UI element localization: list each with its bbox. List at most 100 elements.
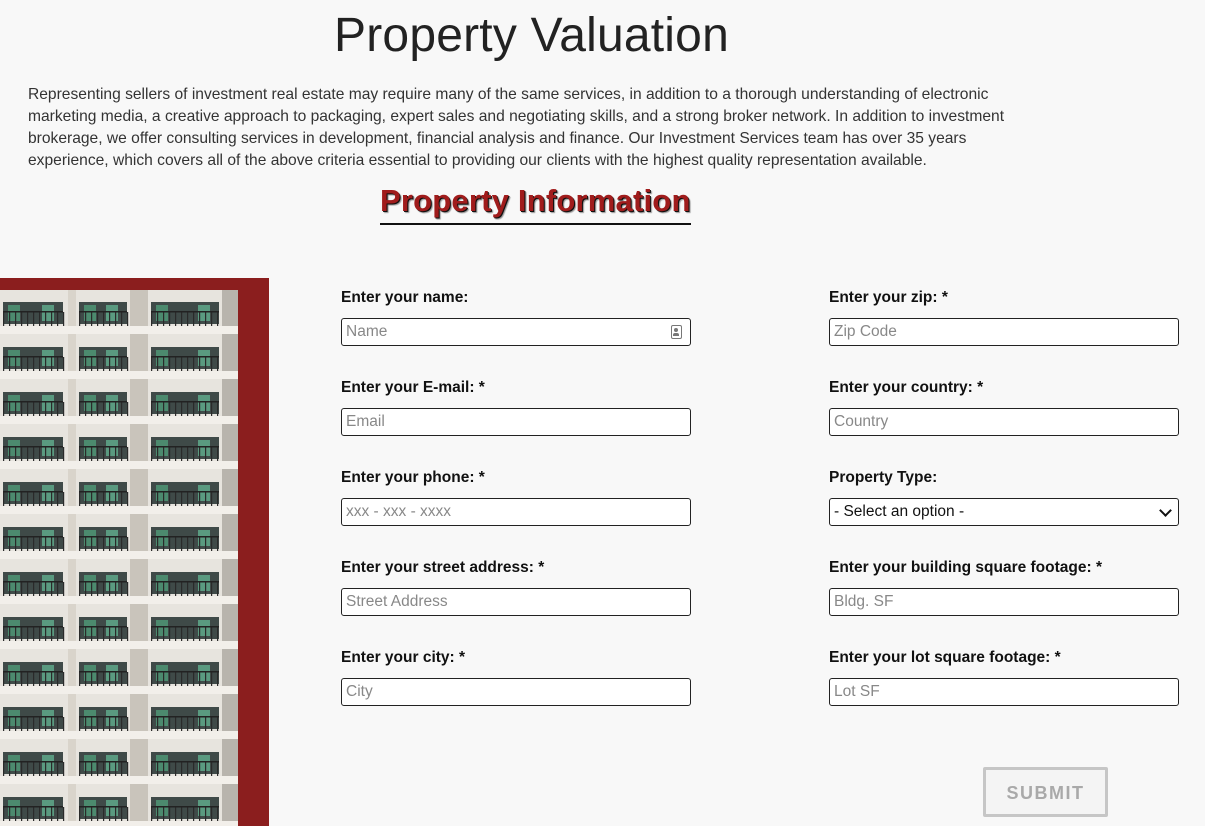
railing-bar [187, 357, 189, 371]
phone-label: Enter your phone: * [341, 469, 485, 486]
railing-bar [51, 717, 53, 731]
railing-bar [205, 402, 207, 416]
railing-bar [181, 762, 183, 776]
railing-bar [63, 357, 65, 371]
bldg-sf-input-box[interactable] [829, 588, 1179, 616]
railing-bar [91, 627, 93, 641]
railing-bar [45, 807, 47, 821]
railing-top [79, 356, 127, 358]
railing-bar [85, 357, 87, 371]
railing-bar [187, 672, 189, 686]
railing-top [151, 716, 219, 718]
floor-slab [0, 551, 238, 559]
railing-bar [199, 762, 201, 776]
railing-top [3, 626, 63, 628]
railing-bar [97, 492, 99, 506]
railing-bar [187, 627, 189, 641]
street-field-group: Enter your street address: * [341, 558, 691, 616]
railing-bar [85, 312, 87, 326]
railing-bar [9, 672, 11, 686]
railing-bar [115, 402, 117, 416]
railing-bar [45, 492, 47, 506]
railing-top [151, 761, 219, 763]
railing-bar [109, 672, 111, 686]
railing-bar [79, 447, 81, 461]
railing-bar [45, 447, 47, 461]
railing-bar [169, 627, 171, 641]
railing-top [3, 806, 63, 808]
city-input[interactable] [342, 679, 690, 705]
lot-sf-input-box[interactable] [829, 678, 1179, 706]
railing-bar [85, 717, 87, 731]
railing-bar [127, 402, 129, 416]
railing-bar [27, 717, 29, 731]
railing-bar [21, 312, 23, 326]
railing-bar [163, 672, 165, 686]
name-input-box[interactable] [341, 318, 691, 346]
floor-slab [0, 416, 238, 424]
railing-bar [97, 402, 99, 416]
railing-bar [63, 447, 65, 461]
railing-bar [169, 582, 171, 596]
railing-bar [115, 537, 117, 551]
railing-bar [193, 717, 195, 731]
railing-bar [79, 807, 81, 821]
railing-bar [27, 312, 29, 326]
railing-bar [85, 447, 87, 461]
railing-bar [187, 537, 189, 551]
railing-bar [9, 447, 11, 461]
email-input-box[interactable] [341, 408, 691, 436]
railing-bar [91, 312, 93, 326]
contact-card-icon[interactable] [671, 325, 682, 339]
railing-top [79, 806, 127, 808]
railing-bar [121, 492, 123, 506]
railing-bar [175, 807, 177, 821]
railing-bar [109, 537, 111, 551]
railing-bar [169, 492, 171, 506]
railing-bar [115, 672, 117, 686]
property-type-select[interactable]: - Select an option - [829, 498, 1179, 526]
railing-bar [45, 717, 47, 731]
railing-bar [121, 807, 123, 821]
railing-bar [187, 762, 189, 776]
phone-input[interactable] [342, 499, 690, 525]
zip-input[interactable] [830, 319, 1178, 345]
railing-bar [217, 447, 219, 461]
railing-bar [91, 717, 93, 731]
railing-bar [103, 537, 105, 551]
railing-bar [175, 447, 177, 461]
email-field-group: Enter your E-mail: * [341, 378, 691, 436]
submit-button[interactable]: SUBMIT [983, 767, 1108, 817]
street-input-box[interactable] [341, 588, 691, 616]
railing-bar [9, 537, 11, 551]
railing-bar [193, 402, 195, 416]
railing-bar [151, 312, 153, 326]
railing-bar [27, 402, 29, 416]
phone-input-box[interactable] [341, 498, 691, 526]
country-input-box[interactable] [829, 408, 1179, 436]
street-input[interactable] [342, 589, 690, 615]
railing-bar [45, 672, 47, 686]
railing-bar [163, 402, 165, 416]
railing-bar [175, 357, 177, 371]
email-input[interactable] [342, 409, 690, 435]
railing-bar [39, 717, 41, 731]
railing-bar [39, 807, 41, 821]
railing-bar [193, 312, 195, 326]
city-input-box[interactable] [341, 678, 691, 706]
zip-input-box[interactable] [829, 318, 1179, 346]
bldg-sf-input[interactable] [830, 589, 1178, 615]
railing-bar [109, 312, 111, 326]
railing-bar [193, 447, 195, 461]
railing-bar [121, 447, 123, 461]
country-input[interactable] [830, 409, 1178, 435]
railing-bar [3, 627, 5, 641]
railing-top [151, 491, 219, 493]
chevron-down-icon[interactable] [1159, 504, 1172, 517]
railing-bar [3, 582, 5, 596]
railing-bar [193, 672, 195, 686]
name-input[interactable] [342, 319, 690, 345]
lot-sf-input[interactable] [830, 679, 1178, 705]
photo-frame [0, 278, 269, 826]
railing-top [151, 446, 219, 448]
